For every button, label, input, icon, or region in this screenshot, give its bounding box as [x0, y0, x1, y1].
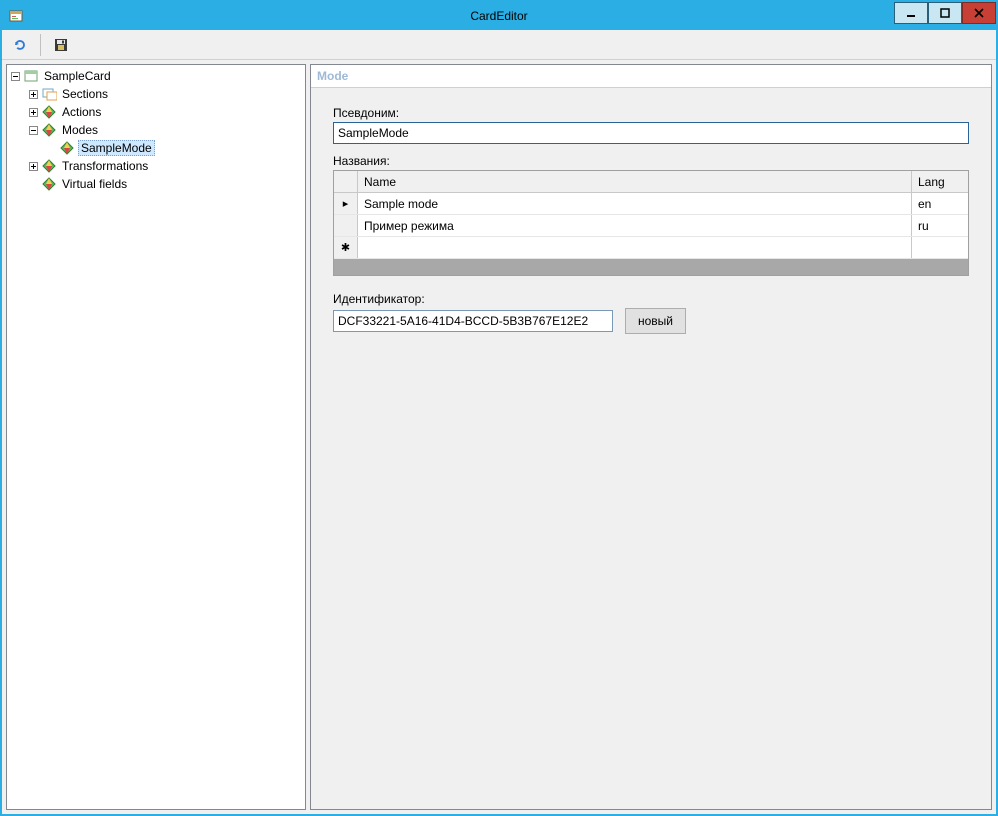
expand-toggle-icon[interactable] — [27, 124, 39, 136]
section-header: Mode — [311, 65, 991, 87]
tree-node-virtualfields[interactable]: Virtual fields — [27, 175, 303, 193]
reload-icon — [12, 37, 28, 53]
id-label: Идентификатор: — [333, 292, 969, 306]
tree-node-root[interactable]: SampleCard — [9, 67, 303, 85]
grid-corner[interactable] — [334, 171, 358, 192]
tree-label: Modes — [60, 123, 100, 137]
cell-name[interactable]: Sample mode — [358, 193, 912, 214]
expand-toggle-icon[interactable] — [27, 88, 39, 100]
tree-node-sections[interactable]: Sections — [27, 85, 303, 103]
cell-name[interactable]: Пример режима — [358, 215, 912, 236]
close-button[interactable] — [962, 2, 996, 24]
diamond-icon — [41, 158, 57, 174]
tree-label: Actions — [60, 105, 103, 119]
app-icon — [8, 8, 24, 24]
app-window: CardEditor — [0, 0, 998, 816]
tree-node-samplemode[interactable]: SampleMode — [45, 139, 303, 157]
row-header[interactable] — [334, 215, 358, 236]
reload-button[interactable] — [8, 33, 32, 57]
cell-name[interactable] — [358, 237, 912, 258]
tree-label: Sections — [60, 87, 110, 101]
tree-panel[interactable]: SampleCard Sections — [6, 64, 306, 810]
diamond-icon — [41, 176, 57, 192]
expand-toggle-icon[interactable] — [9, 70, 21, 82]
diamond-icon — [41, 104, 57, 120]
minimize-button[interactable] — [894, 2, 928, 24]
tree-node-transformations[interactable]: Transformations — [27, 157, 303, 175]
tree-label: Virtual fields — [60, 177, 129, 191]
sections-icon — [41, 86, 57, 102]
names-label: Названия: — [333, 154, 969, 168]
new-row[interactable]: ✱ — [334, 237, 968, 259]
content-area: SampleCard Sections — [2, 60, 996, 814]
title-bar[interactable]: CardEditor — [2, 2, 996, 30]
save-button[interactable] — [49, 33, 73, 57]
expand-toggle-icon[interactable] — [27, 106, 39, 118]
grid-footer — [334, 259, 968, 275]
new-id-button[interactable]: новый — [625, 308, 686, 334]
window-title: CardEditor — [2, 9, 996, 23]
diamond-icon — [41, 122, 57, 138]
toolbar — [2, 30, 996, 60]
row-selector-icon[interactable]: ▸ — [334, 193, 358, 214]
tree-label: Transformations — [60, 159, 150, 173]
alias-label: Псевдоним: — [333, 106, 969, 120]
detail-panel: Mode Псевдоним: Названия: Name Lang — [310, 64, 992, 810]
col-header-name[interactable]: Name — [358, 171, 912, 192]
expand-toggle-icon[interactable] — [27, 160, 39, 172]
alias-input[interactable] — [333, 122, 969, 144]
cell-lang[interactable]: ru — [912, 215, 968, 236]
card-icon — [23, 68, 39, 84]
tree-label: SampleCard — [42, 69, 113, 83]
names-grid[interactable]: Name Lang ▸ Sample mode en Пример режима… — [333, 170, 969, 276]
maximize-button[interactable] — [928, 2, 962, 24]
toolbar-separator — [40, 34, 41, 56]
col-header-lang[interactable]: Lang — [912, 171, 968, 192]
tree-node-actions[interactable]: Actions — [27, 103, 303, 121]
identifier-input[interactable] — [333, 310, 613, 332]
diamond-icon — [59, 140, 75, 156]
new-row-icon[interactable]: ✱ — [334, 237, 358, 258]
tree-label: SampleMode — [78, 140, 155, 156]
tree-node-modes[interactable]: Modes — [27, 121, 303, 139]
save-icon — [53, 37, 69, 53]
cell-lang[interactable] — [912, 237, 968, 258]
table-row[interactable]: ▸ Sample mode en — [334, 193, 968, 215]
cell-lang[interactable]: en — [912, 193, 968, 214]
table-row[interactable]: Пример режима ru — [334, 215, 968, 237]
